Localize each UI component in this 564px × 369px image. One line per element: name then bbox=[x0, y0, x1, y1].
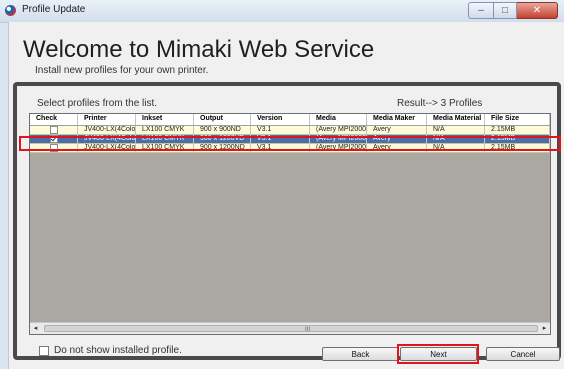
table-header: Check Printer Inkset Output Version Medi… bbox=[30, 114, 550, 126]
do-not-show-label: Do not show installed profile. bbox=[54, 345, 182, 356]
window-controls: – □ ✕ bbox=[468, 2, 558, 19]
page-title: Welcome to Mimaki Web Service bbox=[23, 36, 375, 63]
maximize-button[interactable]: □ bbox=[494, 2, 517, 19]
cancel-button[interactable]: Cancel bbox=[486, 347, 560, 361]
scrollbar-thumb[interactable]: III bbox=[44, 325, 538, 333]
column-header-version[interactable]: Version bbox=[251, 114, 310, 125]
page-subtitle: Install new profiles for your own printe… bbox=[35, 65, 209, 76]
minimize-icon: – bbox=[478, 5, 484, 16]
next-button-highlight bbox=[397, 344, 479, 364]
close-button[interactable]: ✕ bbox=[517, 2, 558, 19]
select-profiles-label: Select profiles from the list. bbox=[37, 98, 158, 109]
result-count-label: Result--> 3 Profiles bbox=[397, 98, 483, 109]
client-area: Welcome to Mimaki Web Service Install ne… bbox=[8, 22, 564, 369]
minimize-button[interactable]: – bbox=[468, 2, 494, 19]
back-button[interactable]: Back bbox=[322, 347, 399, 361]
row-file-size: 2.15MB bbox=[485, 126, 550, 134]
row-output: 900 x 900ND bbox=[194, 126, 251, 134]
column-header-media-maker[interactable]: Media Maker bbox=[367, 114, 427, 125]
column-header-output[interactable]: Output bbox=[194, 114, 251, 125]
selected-row-highlight bbox=[19, 136, 561, 151]
row-media-maker: Avery bbox=[367, 126, 427, 134]
do-not-show-checkbox[interactable] bbox=[39, 345, 49, 356]
title-bar: Profile Update – □ ✕ bbox=[0, 0, 564, 23]
row-check-cell bbox=[30, 126, 78, 134]
row-checkbox[interactable] bbox=[49, 126, 58, 134]
row-media: (Avery MPI2000 ... bbox=[310, 126, 367, 134]
scroll-left-icon[interactable]: ◂ bbox=[30, 323, 41, 334]
column-header-printer[interactable]: Printer bbox=[78, 114, 136, 125]
row-version: V3.1 bbox=[251, 126, 310, 134]
column-header-file-size[interactable]: File Size bbox=[485, 114, 550, 125]
column-header-media[interactable]: Media bbox=[310, 114, 367, 125]
scroll-right-icon[interactable]: ▸ bbox=[539, 323, 550, 334]
do-not-show-option[interactable]: Do not show installed profile. bbox=[39, 345, 182, 356]
profile-selection-panel: Select profiles from the list. Result-->… bbox=[13, 82, 561, 360]
close-icon: ✕ bbox=[532, 5, 542, 16]
row-media-material: N/A bbox=[427, 126, 485, 134]
window-title: Profile Update bbox=[22, 4, 86, 15]
table-row[interactable]: JV400-LX(4Color) LX100 CMYK 900 x 900ND … bbox=[30, 126, 550, 135]
row-inkset: LX100 CMYK bbox=[136, 126, 194, 134]
maximize-icon: □ bbox=[501, 5, 509, 16]
column-header-media-material[interactable]: Media Material bbox=[427, 114, 485, 125]
profile-update-window: Profile Update – □ ✕ Welcome to Mimaki W… bbox=[0, 0, 564, 369]
row-printer: JV400-LX(4Color) bbox=[78, 126, 136, 134]
app-icon bbox=[5, 5, 16, 16]
scrollbar-grip-icon: III bbox=[305, 327, 311, 333]
horizontal-scrollbar[interactable]: ◂ III ▸ bbox=[30, 322, 550, 334]
column-header-inkset[interactable]: Inkset bbox=[136, 114, 194, 125]
column-header-check[interactable]: Check bbox=[30, 114, 78, 125]
